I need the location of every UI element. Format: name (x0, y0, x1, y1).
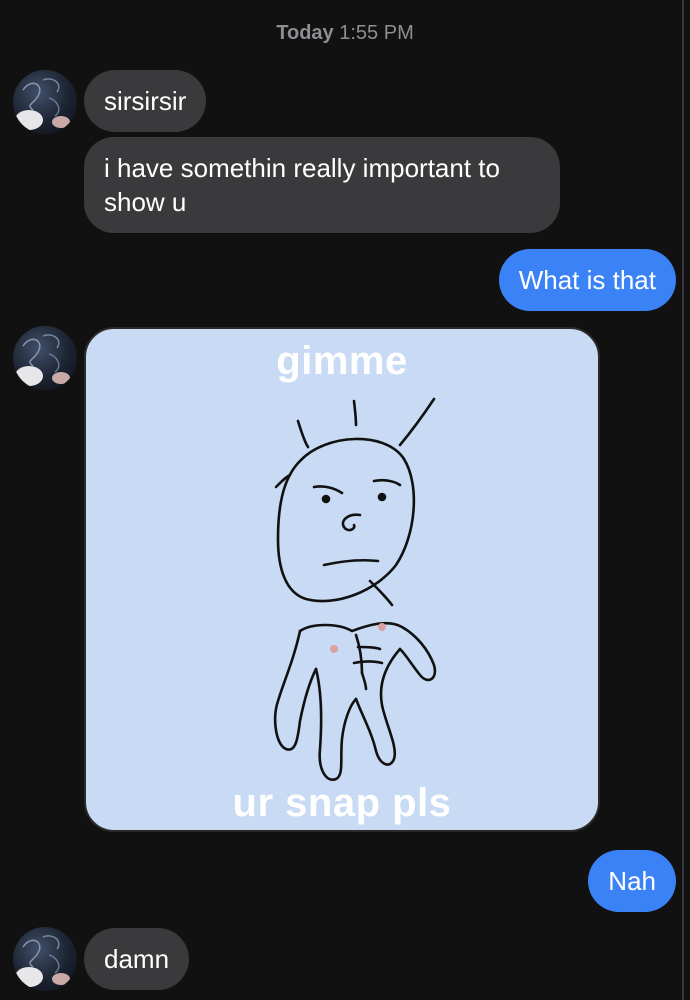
message-text: sirsirsir (104, 86, 187, 116)
meme-bottom-text: ur snap pls (232, 781, 452, 825)
message-bubble-incoming[interactable]: sirsirsir (84, 70, 207, 132)
message-text: i have somethin really important to show… (104, 153, 500, 217)
message-bubble-incoming[interactable]: i have somethin really important to show… (84, 137, 560, 233)
stick-figure-drawing (273, 397, 437, 781)
contact-avatar[interactable] (13, 326, 77, 390)
shared-image-message[interactable]: gimme ur snap pls (84, 327, 600, 832)
contact-avatar[interactable] (13, 70, 77, 134)
timestamp-day: Today (276, 22, 334, 44)
message-bubble-outgoing[interactable]: Nah (588, 850, 676, 912)
message-text: damn (104, 944, 170, 974)
conversation-timestamp: Today 1:55 PM (0, 22, 690, 45)
message-text: What is that (518, 265, 656, 295)
contact-avatar[interactable] (13, 927, 77, 991)
message-bubble-incoming[interactable]: damn (84, 928, 190, 990)
message-bubble-outgoing[interactable]: What is that (498, 249, 676, 311)
message-text: Nah (608, 866, 656, 896)
scroll-edge (682, 0, 684, 1000)
timestamp-time: 1:55 PM (339, 22, 414, 44)
